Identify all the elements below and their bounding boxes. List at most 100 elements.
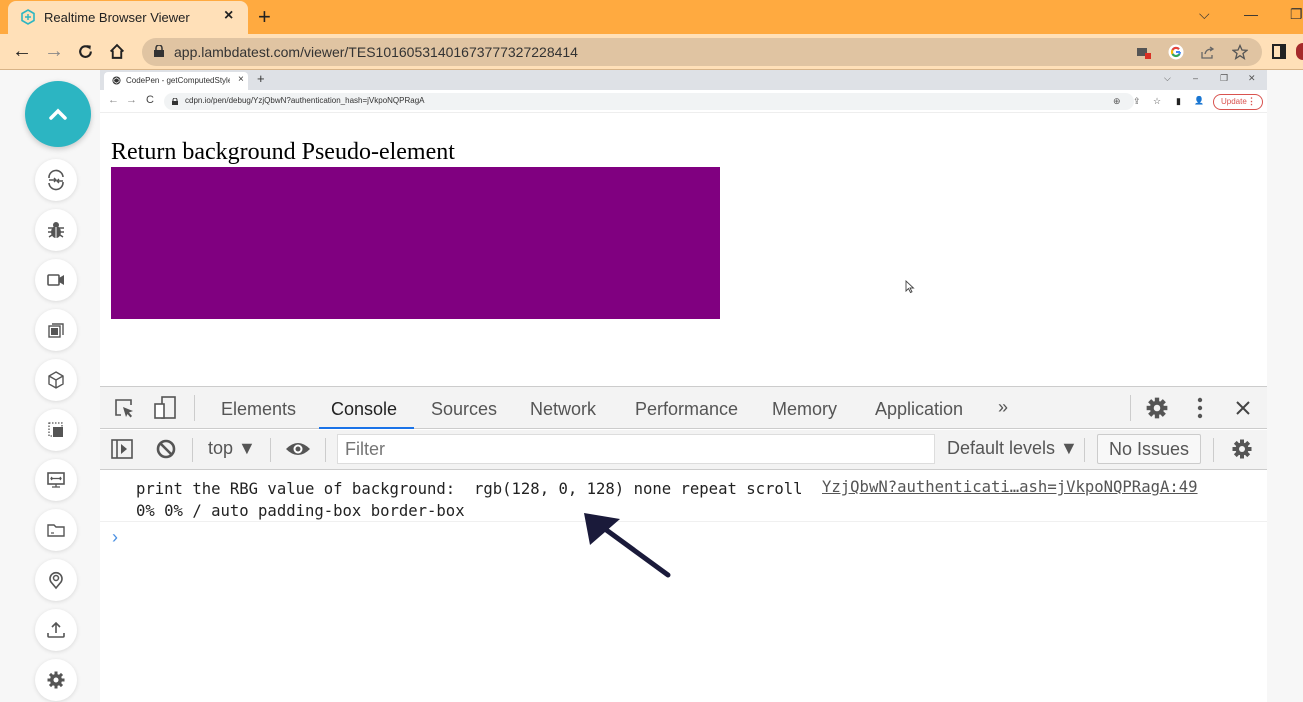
side-panel-icon[interactable]	[1272, 44, 1286, 59]
files-button[interactable]	[35, 509, 77, 551]
update-button[interactable]: Update ⋮	[1213, 94, 1263, 110]
device-toolbar-icon[interactable]	[153, 395, 177, 420]
tab-network[interactable]: Network	[530, 399, 596, 420]
console-settings-gear-icon[interactable]	[1231, 438, 1253, 460]
forward-arrow-icon[interactable]: →	[44, 40, 64, 62]
camera-blocked-icon[interactable]	[1136, 44, 1152, 60]
page-viewport: Return background Pseudo-element	[100, 114, 1267, 386]
log-levels-dropdown[interactable]: Default levels ▼	[947, 438, 1078, 459]
annotation-arrow-icon	[584, 513, 671, 578]
tab-console[interactable]: Console	[331, 399, 397, 420]
upload-button[interactable]	[35, 609, 77, 651]
separator	[1213, 438, 1214, 462]
video-camera-icon	[47, 274, 64, 286]
profile-avatar[interactable]	[1296, 43, 1303, 60]
reload-icon[interactable]: C	[146, 94, 154, 106]
console-prompt-icon[interactable]: ›	[112, 527, 118, 548]
address-url[interactable]: app.lambdatest.com/viewer/TES10160531401…	[174, 44, 578, 60]
context-selector[interactable]: top ▼	[208, 438, 256, 459]
separator	[1084, 438, 1085, 462]
lambdatest-logo-icon	[21, 9, 35, 25]
bookmark-star-icon[interactable]	[1232, 44, 1248, 60]
tab-application[interactable]: Application	[875, 399, 963, 420]
update-label: Update	[1221, 97, 1247, 106]
profile-icon[interactable]: 👤	[1194, 96, 1204, 105]
kebab-menu-icon[interactable]	[1196, 396, 1204, 420]
restore-icon[interactable]: ❐	[1220, 73, 1228, 84]
inner-address-bar[interactable]: cdpn.io/pen/debug/YzjQbwN?authentication…	[164, 93, 1134, 110]
more-tabs-icon[interactable]: »	[998, 397, 1008, 418]
address-bar[interactable]: app.lambdatest.com/viewer/TES10160531401…	[142, 38, 1262, 66]
side-panel-icon[interactable]: ▮	[1176, 96, 1181, 107]
chevron-up-icon	[49, 108, 67, 120]
switch-icon	[48, 169, 64, 191]
geolocation-button[interactable]	[35, 559, 77, 601]
close-devtools-icon[interactable]	[1235, 400, 1251, 416]
home-icon[interactable]	[108, 43, 126, 60]
share-icon[interactable]: ⇪	[1133, 96, 1141, 107]
console-filter-input[interactable]	[337, 434, 935, 464]
separator	[270, 438, 271, 462]
clear-console-icon[interactable]	[156, 439, 176, 459]
close-tab-icon[interactable]: ×	[238, 74, 244, 85]
show-sidebar-icon[interactable]	[111, 439, 133, 459]
separator	[1130, 395, 1131, 421]
console-message-text: print the RBG value of background: rgb(1…	[136, 480, 812, 520]
record-video-button[interactable]	[35, 259, 77, 301]
inner-tab-title: CodePen - getComputedStyles P	[126, 76, 230, 85]
folder-icon	[47, 524, 65, 537]
gear-icon	[47, 671, 65, 689]
remote-browser: CodePen - getComputedStyles P × + ⌵ – ❐ …	[100, 70, 1267, 702]
back-arrow-icon[interactable]: ←	[12, 40, 32, 62]
cube-icon	[48, 371, 64, 389]
close-window-icon[interactable]: ✕	[1248, 73, 1256, 84]
separator	[194, 395, 195, 421]
tab-performance[interactable]: Performance	[635, 399, 738, 420]
issues-button[interactable]: No Issues	[1097, 434, 1201, 464]
tab-sources[interactable]: Sources	[431, 399, 497, 420]
minimize-icon[interactable]: –	[1193, 73, 1198, 83]
settings-button[interactable]	[35, 659, 77, 701]
console-source-link[interactable]: YzjQbwN?authenticati…ash=jVkpoNQPRagA:49	[822, 478, 1198, 496]
new-tab-button[interactable]: +	[258, 4, 271, 30]
lock-icon	[172, 98, 178, 105]
separator	[325, 438, 326, 462]
tab-elements[interactable]: Elements	[221, 399, 296, 420]
live-expression-eye-icon[interactable]	[285, 440, 311, 458]
tab-search-icon[interactable]: ⌵	[1164, 73, 1171, 84]
inner-tab-bar: CodePen - getComputedStyles P × + ⌵ – ❐ …	[100, 70, 1267, 90]
resize-screen-button[interactable]	[35, 409, 77, 451]
close-tab-icon[interactable]: ×	[224, 7, 233, 25]
3d-view-button[interactable]	[35, 359, 77, 401]
collapse-toolbar-button[interactable]	[25, 81, 91, 147]
right-margin	[1267, 70, 1303, 702]
forward-arrow-icon[interactable]: →	[126, 94, 137, 106]
restore-icon[interactable]: ❐	[1290, 6, 1303, 23]
codepen-logo-icon	[112, 76, 121, 85]
console-toolbar: top ▼ Default levels ▼ No Issues	[100, 430, 1267, 470]
share-icon[interactable]	[1200, 44, 1216, 60]
purple-background-box	[111, 167, 720, 319]
google-icon[interactable]	[1168, 44, 1184, 60]
screenshot-gallery-button[interactable]	[35, 309, 77, 351]
tab-memory[interactable]: Memory	[772, 399, 837, 420]
back-arrow-icon[interactable]: ←	[108, 94, 119, 106]
minimize-icon[interactable]: —	[1244, 6, 1258, 22]
new-tab-button[interactable]: +	[257, 71, 265, 86]
zoom-icon[interactable]: ⊕	[1113, 96, 1121, 107]
inner-toolbar: ← → C cdpn.io/pen/debug/YzjQbwN?authenti…	[100, 90, 1267, 113]
tab-search-icon[interactable]: ⌵	[1199, 6, 1210, 23]
bookmark-star-icon[interactable]: ☆	[1153, 96, 1161, 107]
upload-icon	[47, 621, 65, 638]
devtools-settings-gear-icon[interactable]	[1145, 396, 1169, 420]
report-bug-button[interactable]	[35, 209, 77, 251]
inspect-element-icon[interactable]	[113, 397, 135, 419]
page-heading: Return background Pseudo-element	[111, 139, 455, 165]
lambdatest-sidebar	[0, 70, 100, 702]
reload-icon[interactable]	[77, 43, 94, 60]
inner-tab[interactable]: CodePen - getComputedStyles P ×	[104, 72, 248, 90]
switch-browser-button[interactable]	[35, 159, 77, 201]
inner-address-url[interactable]: cdpn.io/pen/debug/YzjQbwN?authentication…	[185, 96, 425, 105]
outer-tab[interactable]: Realtime Browser Viewer ×	[8, 1, 248, 34]
change-resolution-button[interactable]	[35, 459, 77, 501]
